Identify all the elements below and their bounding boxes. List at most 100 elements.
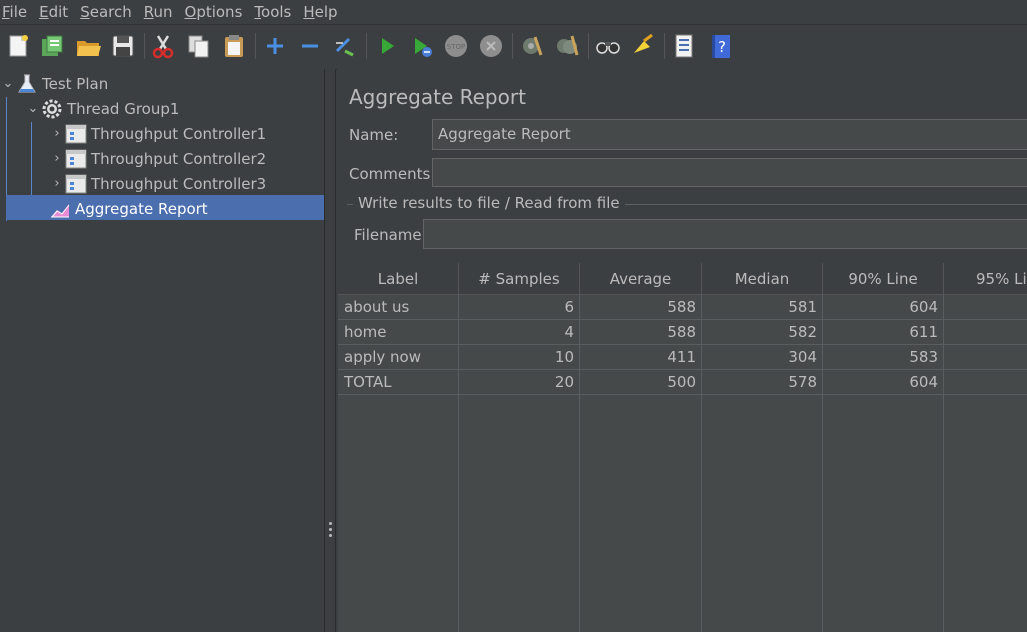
new-icon[interactable]: [4, 32, 32, 60]
col-header-95-line[interactable]: 95% Line: [944, 263, 1027, 295]
controller-icon: [65, 148, 87, 170]
filename-label: Filename: [354, 226, 422, 244]
controller-icon: [65, 173, 87, 195]
cell-90-line: 611: [909, 323, 938, 341]
tree-node-label: Test Plan: [42, 74, 109, 93]
save-icon[interactable]: [109, 32, 137, 60]
open-icon[interactable]: [74, 32, 102, 60]
cell-label: apply now: [344, 348, 421, 366]
tree-node-label: Throughput Controller2: [91, 149, 267, 168]
chevron-right-icon[interactable]: ›: [49, 151, 65, 166]
toolbar: STOP ?: [0, 24, 1027, 70]
paste-icon[interactable]: [220, 32, 248, 60]
tree-node-throughput-controller-1[interactable]: › Throughput Controller1: [49, 121, 266, 146]
cell-label: about us: [344, 298, 410, 316]
menu-help[interactable]: Help: [297, 0, 343, 24]
tree-node-label: Throughput Controller1: [91, 124, 267, 143]
name-label: Name:: [349, 126, 399, 144]
results-table[interactable]: Label # Samples Average Median 90% Line …: [338, 263, 1027, 632]
tree-node-label: Throughput Controller3: [91, 174, 267, 193]
svg-text:STOP: STOP: [447, 43, 465, 51]
cell-95-line: [944, 370, 1027, 394]
start-icon[interactable]: [373, 32, 401, 60]
cell-90-line: 604: [909, 298, 938, 316]
menubar: File Edit Search Run Options Tools Help: [0, 0, 1027, 24]
table-row-total[interactable]: TOTAL 20 500 578 604: [338, 370, 1027, 395]
col-header-median[interactable]: Median: [702, 263, 823, 295]
tree-node-test-plan[interactable]: ⌄ Test Plan: [0, 71, 108, 96]
menu-tools[interactable]: Tools: [248, 0, 297, 24]
clear-icon[interactable]: [518, 32, 546, 60]
cell-average: 411: [667, 348, 696, 366]
tree-node-throughput-controller-3[interactable]: › Throughput Controller3: [49, 171, 266, 196]
col-header-samples[interactable]: # Samples: [459, 263, 580, 295]
comments-label: Comments:: [349, 165, 436, 183]
aggregate-report-panel: Aggregate Report Name: Aggregate Report …: [337, 69, 1027, 632]
templates-icon[interactable]: [38, 32, 66, 60]
shutdown-icon[interactable]: [477, 32, 505, 60]
svg-text:?: ?: [718, 38, 726, 56]
split-pane-divider[interactable]: [324, 69, 336, 632]
table-row[interactable]: about us 6 588 581 604: [338, 295, 1027, 320]
chevron-right-icon[interactable]: ›: [49, 126, 65, 141]
flask-icon: [16, 73, 38, 95]
cell-90-line: 604: [909, 373, 938, 391]
start-no-pauses-icon[interactable]: [408, 32, 436, 60]
function-helper-icon[interactable]: [670, 32, 698, 60]
col-header-label[interactable]: Label: [338, 263, 459, 295]
tree-node-label: Aggregate Report: [75, 199, 208, 218]
table-row[interactable]: home 4 588 582 611: [338, 320, 1027, 345]
menu-options[interactable]: Options: [179, 0, 249, 24]
tree-node-throughput-controller-2[interactable]: › Throughput Controller2: [49, 146, 266, 171]
tree-node-aggregate-report[interactable]: Aggregate Report: [49, 196, 208, 221]
search-icon[interactable]: [594, 32, 622, 60]
collapse-icon[interactable]: [296, 32, 324, 60]
cell-average: 500: [667, 373, 696, 391]
comments-field[interactable]: [432, 158, 1027, 187]
expand-icon[interactable]: [261, 32, 289, 60]
cell-label: TOTAL: [344, 373, 392, 391]
cell-95-line: [944, 320, 1027, 344]
cell-samples: 6: [564, 298, 574, 316]
file-group-title: Write results to file / Read from file: [353, 194, 625, 212]
tree-node-label: Thread Group1: [67, 99, 180, 118]
menu-edit[interactable]: Edit: [33, 0, 74, 24]
cell-90-line: 583: [909, 348, 938, 366]
cell-95-line: [944, 345, 1027, 369]
test-plan-tree[interactable]: ⌄ Test Plan ⌄ Thread Group1 › Throughput…: [0, 69, 324, 632]
reset-search-icon[interactable]: [629, 32, 657, 60]
filename-field[interactable]: [423, 219, 1027, 249]
menu-search[interactable]: Search: [74, 0, 138, 24]
controller-icon: [65, 123, 87, 145]
toggle-icon[interactable]: [331, 32, 359, 60]
page-title: Aggregate Report: [349, 85, 526, 109]
cell-samples: 10: [554, 348, 574, 366]
name-field[interactable]: Aggregate Report: [432, 119, 1027, 150]
col-header-90-line[interactable]: 90% Line: [823, 263, 944, 295]
gear-icon: [41, 98, 63, 120]
copy-icon[interactable]: [185, 32, 213, 60]
chevron-right-icon[interactable]: ›: [49, 176, 65, 191]
col-header-average[interactable]: Average: [580, 263, 702, 295]
cell-median: 582: [788, 323, 817, 341]
menu-file[interactable]: File: [0, 0, 33, 24]
chevron-down-icon[interactable]: ⌄: [25, 101, 41, 116]
cell-samples: 4: [564, 323, 574, 341]
cell-samples: 20: [554, 373, 574, 391]
table-row[interactable]: apply now 10 411 304 583: [338, 345, 1027, 370]
cell-label: home: [344, 323, 387, 341]
cell-median: 578: [788, 373, 817, 391]
tree-node-thread-group[interactable]: ⌄ Thread Group1: [25, 96, 179, 121]
stop-icon[interactable]: STOP: [442, 32, 470, 60]
help-icon[interactable]: ?: [706, 32, 734, 60]
cell-average: 588: [667, 323, 696, 341]
cell-average: 588: [667, 298, 696, 316]
cell-median: 581: [788, 298, 817, 316]
clear-all-icon[interactable]: [553, 32, 581, 60]
chevron-down-icon[interactable]: ⌄: [0, 76, 16, 91]
cut-icon[interactable]: [149, 32, 177, 60]
report-chart-icon: [49, 198, 71, 220]
cell-95-line: [944, 295, 1027, 319]
cell-median: 304: [788, 348, 817, 366]
menu-run[interactable]: Run: [138, 0, 179, 24]
